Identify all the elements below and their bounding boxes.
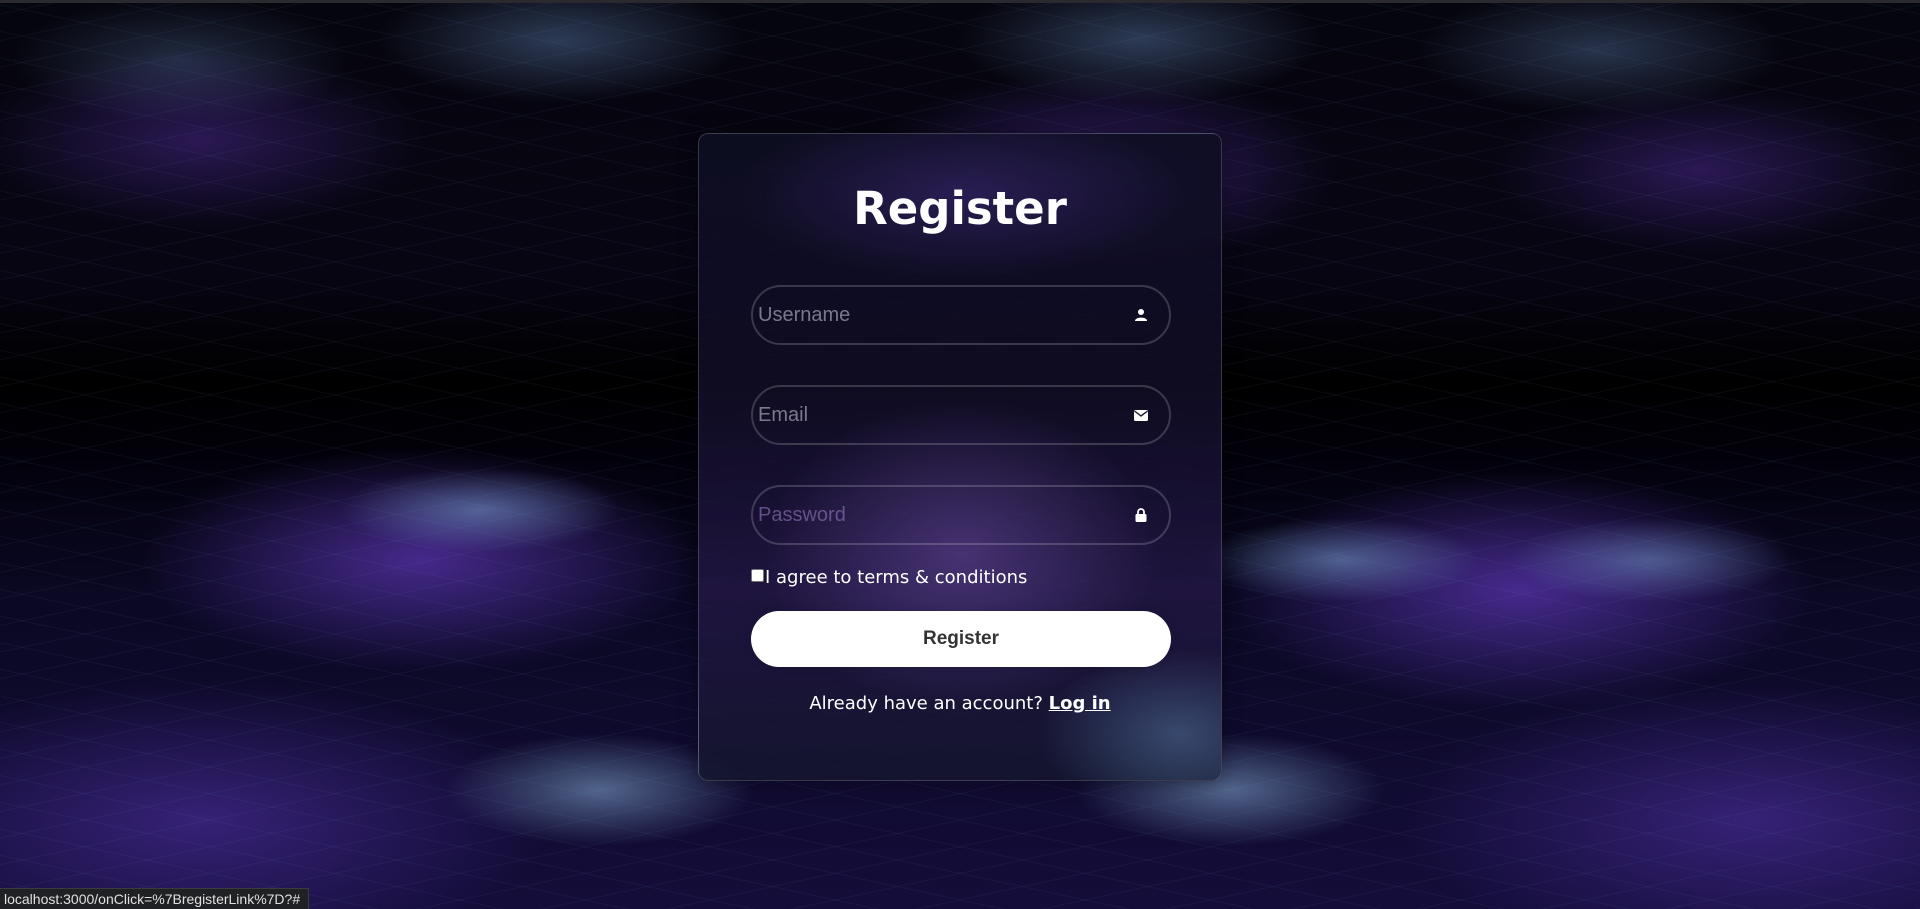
- envelope-icon: [1133, 407, 1149, 423]
- status-bar-url: localhost:3000/onClick=%7BregisterLink%7…: [0, 888, 310, 909]
- email-field[interactable]: [751, 385, 1171, 445]
- register-button[interactable]: Register: [751, 611, 1171, 667]
- page-title: Register: [853, 182, 1067, 235]
- terms-row[interactable]: I agree to terms & conditions: [751, 565, 1027, 589]
- login-link[interactable]: Log in: [1049, 693, 1111, 714]
- terms-label: I agree to terms & conditions: [765, 566, 1028, 588]
- password-field[interactable]: [751, 485, 1171, 545]
- username-field[interactable]: [751, 285, 1171, 345]
- login-prompt-text: Already have an account?: [809, 693, 1043, 714]
- password-input[interactable]: [753, 487, 1169, 543]
- username-input[interactable]: [753, 287, 1169, 343]
- terms-checkbox[interactable]: [751, 569, 764, 582]
- user-icon: [1133, 307, 1149, 323]
- email-input[interactable]: [753, 387, 1169, 443]
- top-border: [0, 0, 1920, 3]
- lock-icon: [1133, 507, 1149, 523]
- register-card: Register I agree to terms: [698, 133, 1222, 781]
- login-prompt-row: Already have an account? Log in: [699, 693, 1221, 714]
